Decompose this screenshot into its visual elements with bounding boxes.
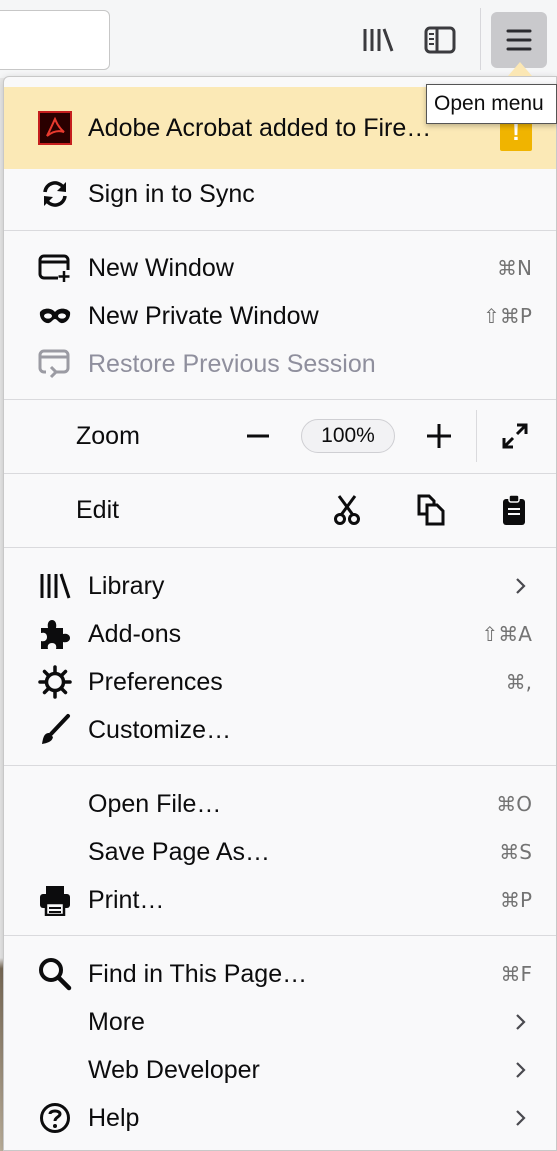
- cut-button[interactable]: [325, 488, 369, 532]
- zoom-in-button[interactable]: [417, 414, 461, 458]
- copy-icon: [417, 494, 445, 526]
- menu-item-restore-session[interactable]: Restore Previous Session: [4, 340, 556, 388]
- chevron-right-icon: [516, 1014, 526, 1030]
- chevron-right-icon: [516, 1062, 526, 1078]
- menu-item-library[interactable]: Library: [4, 562, 556, 610]
- add-ons-shortcut: ⇧⌘A: [481, 622, 532, 646]
- more-label: More: [88, 1008, 145, 1036]
- save-page-label: Save Page As…: [88, 838, 271, 866]
- preferences-label: Preferences: [88, 668, 223, 696]
- library-icon: [363, 28, 394, 52]
- fullscreen-icon: [502, 423, 528, 449]
- adobe-acrobat-icon: [38, 111, 72, 150]
- edit-label: Edit: [76, 496, 120, 524]
- separator: [4, 935, 556, 936]
- menu-item-web-developer[interactable]: Web Developer: [4, 1046, 556, 1094]
- copy-button[interactable]: [409, 488, 453, 532]
- library-button[interactable]: [350, 14, 406, 66]
- find-label: Find in This Page…: [88, 960, 308, 988]
- preferences-shortcut: ⌘,: [505, 670, 532, 694]
- menu-item-add-ons[interactable]: Add-ons ⇧⌘A: [4, 610, 556, 658]
- menu-item-preferences[interactable]: Preferences ⌘,: [4, 658, 556, 706]
- help-circle-icon: [37, 1102, 73, 1134]
- print-shortcut: ⌘P: [499, 888, 532, 912]
- new-window-shortcut: ⌘N: [497, 256, 532, 280]
- private-window-label: New Private Window: [88, 302, 319, 330]
- puzzle-icon: [37, 618, 73, 650]
- zoom-divider: [476, 410, 477, 462]
- web-developer-label: Web Developer: [88, 1056, 260, 1084]
- menu-item-sign-in-sync[interactable]: Sign in to Sync: [4, 170, 556, 218]
- separator: [4, 547, 556, 548]
- browser-toolbar: [0, 0, 557, 78]
- gear-icon: [37, 665, 73, 699]
- menu-item-open-file[interactable]: Open File… ⌘O: [4, 780, 556, 828]
- open-menu-tooltip: Open menu: [426, 84, 557, 124]
- chevron-right-icon: [516, 1110, 526, 1126]
- private-window-shortcut: ⇧⌘P: [483, 304, 532, 328]
- menu-item-new-private-window[interactable]: New Private Window ⇧⌘P: [4, 292, 556, 340]
- menu-item-more[interactable]: More: [4, 998, 556, 1046]
- sync-label: Sign in to Sync: [88, 180, 255, 208]
- magnifier-icon: [37, 958, 73, 991]
- sync-icon: [37, 178, 73, 210]
- zoom-label: Zoom: [76, 422, 140, 450]
- help-label: Help: [88, 1104, 140, 1132]
- edit-controls: Edit: [4, 474, 556, 546]
- app-menu-panel: Adobe Acrobat added to Fire… ! Sign in t…: [3, 76, 557, 1151]
- new-window-label: New Window: [88, 254, 234, 282]
- sidebar-icon: [424, 26, 456, 54]
- print-label: Print…: [88, 886, 165, 914]
- fullscreen-button[interactable]: [493, 414, 537, 458]
- open-menu-button[interactable]: [491, 12, 547, 68]
- zoom-out-button[interactable]: [236, 414, 280, 458]
- zoom-reset-button[interactable]: 100%: [301, 419, 395, 453]
- separator: [4, 230, 556, 231]
- private-mask-icon: [37, 300, 73, 332]
- save-page-shortcut: ⌘S: [499, 840, 532, 864]
- restore-session-label: Restore Previous Session: [88, 350, 376, 378]
- scissors-icon: [334, 495, 360, 525]
- new-window-icon: [37, 252, 73, 284]
- printer-icon: [37, 884, 73, 916]
- separator: [4, 765, 556, 766]
- hamburger-menu-icon: [506, 29, 532, 51]
- library-label: Library: [88, 572, 165, 600]
- open-file-shortcut: ⌘O: [496, 792, 532, 816]
- minus-icon: [247, 434, 269, 438]
- menu-item-help[interactable]: Help: [4, 1094, 556, 1142]
- zoom-controls: Zoom 100%: [4, 400, 556, 472]
- paste-button[interactable]: [492, 488, 536, 532]
- menu-item-customize[interactable]: Customize…: [4, 706, 556, 754]
- url-bar[interactable]: [0, 10, 110, 70]
- paintbrush-icon: [37, 714, 73, 746]
- restore-session-icon: [37, 348, 73, 380]
- customize-label: Customize…: [88, 716, 232, 744]
- clipboard-icon: [503, 494, 525, 525]
- menu-item-new-window[interactable]: New Window ⌘N: [4, 244, 556, 292]
- banner-label: Adobe Acrobat added to Fire…: [88, 114, 432, 142]
- open-file-label: Open File…: [88, 790, 222, 818]
- panel-arrow: [508, 62, 532, 76]
- library-icon: [37, 570, 73, 602]
- sidebar-button[interactable]: [412, 14, 468, 66]
- chevron-right-icon: [516, 578, 526, 594]
- toolbar-divider: [480, 8, 481, 70]
- find-shortcut: ⌘F: [500, 962, 532, 986]
- menu-item-save-page[interactable]: Save Page As… ⌘S: [4, 828, 556, 876]
- plus-icon: [427, 424, 451, 448]
- add-ons-label: Add-ons: [88, 620, 182, 648]
- menu-item-print[interactable]: Print… ⌘P: [4, 876, 556, 924]
- menu-item-find-in-page[interactable]: Find in This Page… ⌘F: [4, 950, 556, 998]
